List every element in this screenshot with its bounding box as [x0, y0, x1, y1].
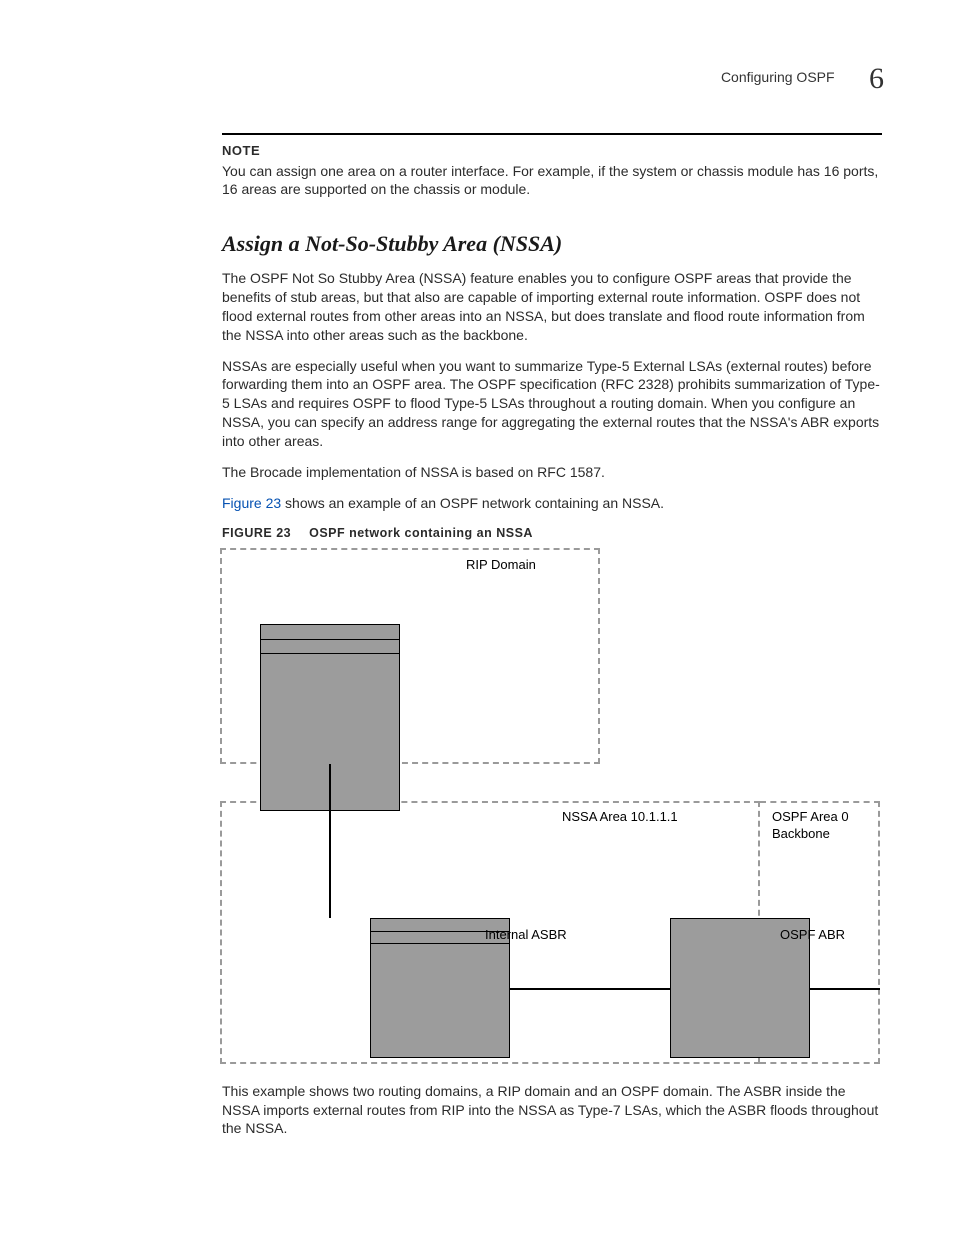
label-nssa-area: NSSA Area 10.1.1.1	[562, 808, 678, 826]
content-block: NOTE You can assign one area on a router…	[222, 142, 882, 1150]
figure-number: FIGURE 23	[222, 526, 291, 540]
box-stripe	[261, 639, 399, 640]
document-page: Configuring OSPF 6 NOTE You can assign o…	[0, 0, 954, 1235]
note-text: You can assign one area on a router inte…	[222, 162, 882, 200]
figure-diagram: RIP Domain NSSA Area 10.1.1.1 OSPF Area …	[220, 548, 880, 1078]
paragraph-3: The Brocade implementation of NSSA is ba…	[222, 463, 882, 482]
paragraph-4: Figure 23 shows an example of an OSPF ne…	[222, 494, 882, 513]
connector-line	[510, 988, 670, 990]
connector-line	[329, 811, 331, 918]
header-rule	[222, 133, 882, 135]
paragraph-1: The OSPF Not So Stubby Area (NSSA) featu…	[222, 269, 882, 345]
box-stripe	[261, 653, 399, 654]
connector-line	[329, 764, 331, 811]
figure-caption: FIGURE 23 OSPF network containing an NSS…	[222, 525, 882, 542]
figure-caption-text: OSPF network containing an NSSA	[309, 526, 533, 540]
paragraph-4-rest: shows an example of an OSPF network cont…	[281, 495, 664, 511]
connector-line	[810, 988, 880, 990]
section-running-head: Configuring OSPF	[721, 69, 835, 85]
page-header: Configuring OSPF 6	[0, 60, 954, 94]
note-label: NOTE	[222, 142, 882, 160]
label-internal-asbr: Internal ASBR	[485, 926, 567, 944]
label-ospf-abr: OSPF ABR	[780, 926, 845, 944]
label-rip-domain: RIP Domain	[466, 556, 536, 574]
label-backbone: OSPF Area 0 Backbone	[772, 808, 849, 843]
paragraph-2: NSSAs are especially useful when you wan…	[222, 357, 882, 451]
figure-link[interactable]: Figure 23	[222, 495, 281, 511]
chapter-number: 6	[869, 62, 884, 96]
closing-paragraph: This example shows two routing domains, …	[222, 1082, 882, 1139]
section-title: Assign a Not-So-Stubby Area (NSSA)	[222, 229, 882, 259]
